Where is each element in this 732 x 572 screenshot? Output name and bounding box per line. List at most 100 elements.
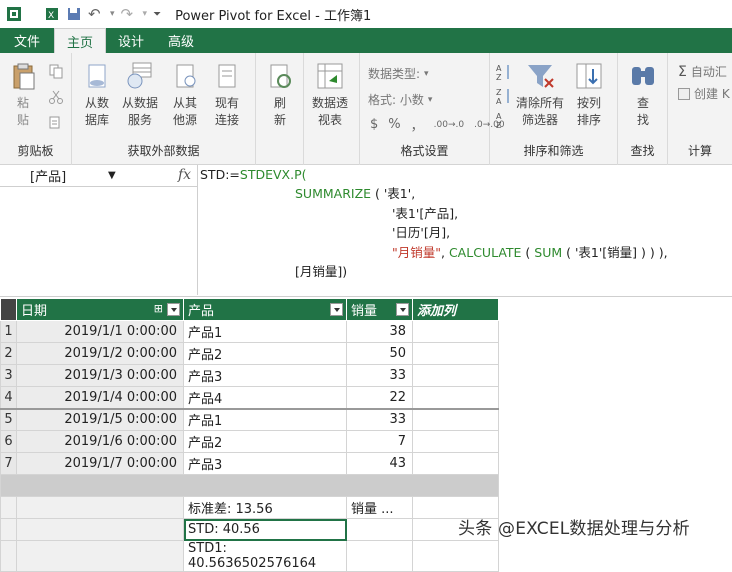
select-all-corner[interactable] bbox=[0, 298, 17, 321]
excel-icon[interactable]: X bbox=[44, 6, 60, 22]
paste-button[interactable]: 粘 贴 bbox=[8, 61, 38, 129]
qty-cell[interactable]: 22 bbox=[346, 386, 413, 409]
name-box-field[interactable]: [产品] ▼ fx bbox=[0, 165, 197, 187]
save-icon[interactable] bbox=[66, 6, 82, 22]
create-kpi-button[interactable]: 创建 K bbox=[678, 85, 730, 102]
row-number[interactable]: 7 bbox=[0, 452, 17, 475]
product-cell[interactable]: 产品1 bbox=[183, 320, 347, 343]
autosum-button[interactable]: Σ 自动汇 bbox=[678, 63, 727, 80]
row-number[interactable]: 4 bbox=[0, 386, 17, 409]
add-column-cell[interactable] bbox=[412, 408, 499, 431]
undo-dropdown-icon[interactable]: ▾ bbox=[110, 9, 115, 19]
table-row[interactable]: 2 2019/1/2 0:00:00 产品2 50 bbox=[0, 342, 499, 365]
clear-sort-icon[interactable]: AZ bbox=[496, 111, 512, 129]
copy-icon[interactable] bbox=[48, 63, 64, 79]
calc-area-splitter-bar[interactable] bbox=[0, 474, 499, 497]
product-cell[interactable]: 产品2 bbox=[183, 430, 347, 453]
row-number[interactable]: 5 bbox=[0, 408, 17, 431]
from-database-button[interactable]: 从数 据库 bbox=[82, 61, 112, 129]
sort-asc-icon[interactable]: AZ bbox=[496, 63, 512, 81]
redo-dropdown-icon[interactable]: ▾ bbox=[143, 9, 148, 19]
fx-icon[interactable]: fx bbox=[178, 167, 191, 183]
row-number[interactable]: 6 bbox=[0, 430, 17, 453]
formula-bar[interactable]: STD:=STDEVX.P( SUMMARIZE ( '表1', '表1'[产品… bbox=[200, 165, 732, 295]
qty-cell[interactable]: 50 bbox=[346, 342, 413, 365]
comma-icon[interactable]: ， bbox=[411, 115, 424, 134]
qty-cell[interactable]: 38 bbox=[346, 320, 413, 343]
from-data-service-button[interactable]: 从数据 服务 bbox=[122, 61, 158, 129]
table-row[interactable]: 3 2019/1/3 0:00:00 产品3 33 bbox=[0, 364, 499, 387]
calc-cell-std1[interactable]: STD1: 40.5636502576164 bbox=[183, 540, 347, 572]
calc-cell-std-dev[interactable]: 标准差: 13.56 bbox=[183, 496, 347, 519]
qty-cell[interactable]: 43 bbox=[346, 452, 413, 475]
percent-icon[interactable]: % bbox=[388, 117, 400, 132]
calc-cell[interactable] bbox=[16, 518, 184, 541]
data-type-dropdown[interactable]: 数据类型: ▾ bbox=[368, 65, 429, 82]
table-row[interactable]: 4 2019/1/4 0:00:00 产品4 22 bbox=[0, 386, 499, 409]
qty-cell[interactable]: 33 bbox=[346, 364, 413, 387]
clear-all-filters-button[interactable]: 清除所有 筛选器 bbox=[516, 61, 564, 129]
product-filter-button[interactable] bbox=[330, 303, 343, 316]
qty-filter-button[interactable] bbox=[396, 303, 409, 316]
column-header-qty[interactable]: 销量 bbox=[346, 298, 413, 321]
table-row[interactable]: 7 2019/1/7 0:00:00 产品3 43 bbox=[0, 452, 499, 475]
product-cell[interactable]: 产品3 bbox=[183, 364, 347, 387]
add-column-cell[interactable] bbox=[412, 320, 499, 343]
add-column-header[interactable]: 添加列 bbox=[412, 298, 499, 321]
table-row[interactable]: 6 2019/1/6 0:00:00 产品2 7 bbox=[0, 430, 499, 453]
date-cell[interactable]: 2019/1/3 0:00:00 bbox=[16, 364, 184, 387]
date-cell[interactable]: 2019/1/1 0:00:00 bbox=[16, 320, 184, 343]
calc-cell-std[interactable]: STD: 40.56 bbox=[183, 518, 347, 541]
add-column-cell[interactable] bbox=[412, 386, 499, 409]
find-button[interactable]: 查 找 bbox=[628, 61, 658, 129]
column-header-product[interactable]: 产品 bbox=[183, 298, 347, 321]
date-cell[interactable]: 2019/1/4 0:00:00 bbox=[16, 386, 184, 409]
add-column-cell[interactable] bbox=[412, 452, 499, 475]
format-painter-icon[interactable] bbox=[48, 115, 64, 131]
calc-area-splitter[interactable] bbox=[0, 474, 499, 497]
calc-cell[interactable] bbox=[412, 540, 499, 572]
tab-design[interactable]: 设计 bbox=[106, 28, 156, 53]
refresh-button[interactable]: 刷 新 bbox=[265, 61, 295, 129]
date-filter-button[interactable] bbox=[167, 303, 180, 316]
product-cell[interactable]: 产品1 bbox=[183, 408, 347, 431]
calc-cell[interactable] bbox=[16, 540, 184, 572]
row-number[interactable]: 3 bbox=[0, 364, 17, 387]
undo-icon[interactable]: ↶ bbox=[88, 6, 104, 22]
date-cell[interactable]: 2019/1/2 0:00:00 bbox=[16, 342, 184, 365]
calc-cell[interactable] bbox=[16, 496, 184, 519]
redo-icon[interactable]: ↷ bbox=[121, 6, 137, 22]
product-cell[interactable]: 产品2 bbox=[183, 342, 347, 365]
product-cell[interactable]: 产品3 bbox=[183, 452, 347, 475]
date-cell[interactable]: 2019/1/6 0:00:00 bbox=[16, 430, 184, 453]
calc-cell-qty-measure[interactable]: 销量 ... bbox=[346, 496, 413, 519]
product-cell[interactable]: 产品4 bbox=[183, 386, 347, 409]
row-number[interactable]: 2 bbox=[0, 342, 17, 365]
from-other-sources-button[interactable]: 从其 他源 bbox=[170, 61, 200, 129]
calc-cell[interactable] bbox=[346, 540, 413, 572]
add-column-cell[interactable] bbox=[412, 342, 499, 365]
sort-desc-icon[interactable]: ZA bbox=[496, 87, 512, 105]
tab-home[interactable]: 主页 bbox=[54, 28, 107, 53]
add-column-cell[interactable] bbox=[412, 430, 499, 453]
table-row[interactable]: 5 2019/1/5 0:00:00 产品1 33 bbox=[0, 408, 499, 431]
column-header-date[interactable]: 日期 ⊞ bbox=[16, 298, 184, 321]
currency-icon[interactable]: $ bbox=[370, 117, 378, 132]
pivot-table-button[interactable]: 数据透 视表 bbox=[312, 61, 348, 129]
customize-quick-access-icon[interactable]: ⏷ bbox=[153, 9, 161, 20]
cut-icon[interactable] bbox=[48, 89, 64, 105]
name-box-dropdown-icon[interactable]: ▼ bbox=[108, 170, 116, 181]
tab-file[interactable]: 文件 bbox=[0, 28, 55, 53]
date-cell[interactable]: 2019/1/7 0:00:00 bbox=[16, 452, 184, 475]
table-row[interactable]: 1 2019/1/1 0:00:00 产品1 38 bbox=[0, 320, 499, 343]
tab-advanced[interactable]: 高级 bbox=[156, 28, 206, 53]
qty-cell[interactable]: 33 bbox=[346, 408, 413, 431]
decrease-decimal-icon[interactable]: .00→.0 bbox=[434, 120, 464, 130]
qty-cell[interactable]: 7 bbox=[346, 430, 413, 453]
add-column-cell[interactable] bbox=[412, 364, 499, 387]
row-number[interactable]: 1 bbox=[0, 320, 17, 343]
date-cell[interactable]: 2019/1/5 0:00:00 bbox=[16, 408, 184, 431]
sort-by-column-button[interactable]: 按列 排序 bbox=[574, 61, 604, 129]
calc-cell[interactable] bbox=[346, 518, 413, 541]
existing-connections-button[interactable]: 现有 连接 bbox=[212, 61, 242, 129]
